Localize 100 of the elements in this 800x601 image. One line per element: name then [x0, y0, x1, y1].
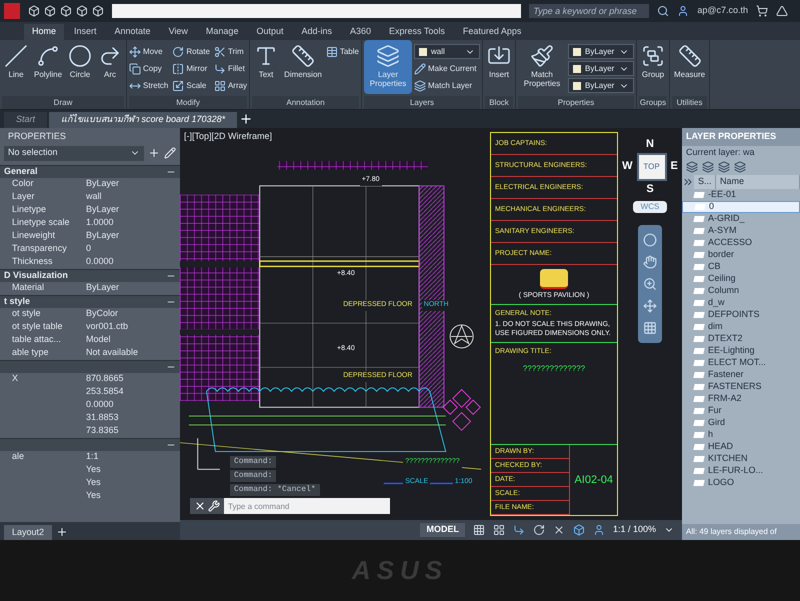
- quick-access-icon[interactable]: [76, 5, 88, 17]
- layer-row[interactable]: KITCHEN: [682, 453, 800, 465]
- ribbon-tool-button[interactable]: Scale: [172, 78, 210, 93]
- file-tab[interactable]: แก้ไขแบบสนามกีฬา score board 170328*: [49, 112, 238, 128]
- ribbon-tab[interactable]: Output: [248, 24, 292, 40]
- ribbon-tool-button[interactable]: Mirror: [172, 61, 210, 76]
- property-value[interactable]: wall: [82, 190, 102, 204]
- layer-row[interactable]: A-GRID_: [682, 213, 800, 225]
- property-value[interactable]: Model: [82, 333, 111, 347]
- ribbon-tab[interactable]: Express Tools: [381, 24, 453, 40]
- column-header[interactable]: S...: [694, 175, 716, 189]
- layer-row[interactable]: Gird: [682, 417, 800, 429]
- ribbon-dropdown[interactable]: ByLayer: [568, 61, 634, 76]
- panel-title[interactable]: Block: [484, 96, 513, 109]
- annotation-scale[interactable]: 1:1 / 100%: [612, 523, 656, 537]
- ribbon-tab[interactable]: A360: [342, 24, 380, 40]
- property-value[interactable]: 31.8853: [82, 411, 119, 425]
- layer-row[interactable]: A-SYM: [682, 225, 800, 237]
- property-value[interactable]: vor001.ctb: [82, 320, 128, 334]
- layer-row[interactable]: ELECT MOT...: [682, 357, 800, 369]
- command-input[interactable]: Type a command: [224, 498, 390, 514]
- viewcube-face[interactable]: TOP: [636, 152, 667, 180]
- layer-row[interactable]: EE-Lighting: [682, 345, 800, 357]
- ribbon-tool-button[interactable]: Copy: [129, 61, 168, 76]
- property-value[interactable]: 0.0000: [82, 398, 114, 412]
- warning-icon[interactable]: [776, 5, 788, 17]
- layer-row[interactable]: d_w: [682, 297, 800, 309]
- panel-title[interactable]: Layers: [364, 96, 480, 109]
- property-value[interactable]: 1:1: [82, 450, 99, 464]
- property-value[interactable]: Yes: [82, 476, 101, 490]
- quick-access-icon[interactable]: [60, 5, 72, 17]
- quick-access-icon[interactable]: [28, 5, 40, 17]
- property-value[interactable]: Yes: [82, 463, 101, 477]
- panel-title[interactable]: Annotation: [252, 96, 359, 109]
- ribbon-tool-button[interactable]: Make Current: [414, 61, 480, 76]
- column-header[interactable]: Name: [716, 175, 800, 189]
- ribbon-dropdown[interactable]: ByLayer: [568, 78, 634, 93]
- quick-access-icon[interactable]: [92, 5, 104, 17]
- grid-icon[interactable]: [472, 524, 485, 536]
- ribbon-tool-button[interactable]: Text: [252, 40, 280, 94]
- new-tab-icon[interactable]: [239, 112, 254, 126]
- layer-row[interactable]: Fastener: [682, 369, 800, 381]
- snap-icon[interactable]: [492, 524, 505, 536]
- ribbon-tool-button[interactable]: Group: [638, 40, 667, 94]
- ribbon-dropdown[interactable]: wall: [414, 44, 480, 59]
- ribbon-tab[interactable]: Featured Apps: [454, 24, 530, 40]
- ribbon-tab[interactable]: Home: [24, 24, 64, 40]
- property-value[interactable]: ByLayer: [82, 203, 120, 217]
- layer-row[interactable]: h: [682, 429, 800, 441]
- search-field[interactable]: Type a keyword or phrase: [529, 4, 650, 18]
- property-value[interactable]: 73.8365: [82, 424, 119, 438]
- section-header[interactable]: General: [0, 164, 180, 178]
- property-value[interactable]: Not available: [82, 346, 138, 360]
- ribbon-tool-button[interactable]: Line: [2, 40, 30, 94]
- section-header[interactable]: D Visualization: [0, 268, 180, 282]
- layer-row[interactable]: DEFPOINTS: [682, 309, 800, 321]
- ribbon-tool-button[interactable]: Match Layer: [414, 78, 480, 93]
- ribbon-tool-button[interactable]: Layer Properties: [364, 40, 412, 94]
- layer-row[interactable]: FRM-A2: [682, 393, 800, 405]
- ribbon-tool-button[interactable]: Measure: [672, 40, 708, 94]
- ribbon-tool-button[interactable]: Rotate: [172, 44, 210, 59]
- ribbon-tab[interactable]: Insert: [66, 24, 105, 40]
- viewport-controls[interactable]: [-][Top][2D Wireframe]: [184, 130, 272, 144]
- layer-row[interactable]: FASTENERS: [682, 381, 800, 393]
- property-value[interactable]: 253.5854: [82, 385, 124, 399]
- expand-icon[interactable]: [682, 176, 694, 188]
- panel-title[interactable]: Properties: [518, 96, 634, 109]
- search-icon[interactable]: [657, 5, 670, 17]
- ribbon-tool-button[interactable]: Dimension: [282, 40, 324, 94]
- layer-row[interactable]: LOGO: [682, 477, 800, 489]
- layer-row[interactable]: dim: [682, 321, 800, 333]
- layer-tool-icon[interactable]: [718, 161, 730, 173]
- cart-icon[interactable]: [756, 5, 768, 17]
- pan-icon[interactable]: [643, 255, 657, 269]
- layer-row[interactable]: DTEXT2: [682, 333, 800, 345]
- layer-row[interactable]: Column: [682, 285, 800, 297]
- ribbon-tool-button[interactable]: Move: [129, 44, 168, 59]
- ribbon-tool-button[interactable]: Arc: [96, 40, 124, 94]
- ribbon-tab[interactable]: Add-ins: [293, 24, 340, 40]
- ribbon-tab[interactable]: Manage: [198, 24, 246, 40]
- layer-row[interactable]: 0: [682, 201, 800, 213]
- ribbon-tool-button[interactable]: Array: [214, 78, 248, 93]
- ribbon-tool-button[interactable]: Insert: [484, 40, 513, 94]
- property-value[interactable]: 870.8665: [82, 372, 124, 386]
- panel-title[interactable]: Utilities: [672, 96, 708, 109]
- ribbon-tab[interactable]: View: [160, 24, 196, 40]
- ribbon-tab[interactable]: Annotate: [106, 24, 159, 40]
- layer-row[interactable]: ACCESSO: [682, 237, 800, 249]
- layer-tool-icon[interactable]: [702, 161, 714, 173]
- new-layout-icon[interactable]: [56, 526, 68, 538]
- property-value[interactable]: 1.0000: [82, 216, 114, 230]
- layer-tool-icon[interactable]: [734, 161, 746, 173]
- pick-icon[interactable]: [164, 147, 176, 159]
- quick-access-icon[interactable]: [44, 5, 56, 17]
- close-icon[interactable]: [194, 500, 206, 512]
- layer-row[interactable]: CB: [682, 261, 800, 273]
- layer-row[interactable]: LE-FUR-LO...: [682, 465, 800, 477]
- panel-title[interactable]: Modify: [129, 96, 248, 109]
- panel-title[interactable]: Groups: [638, 96, 667, 109]
- property-value[interactable]: Yes: [82, 489, 101, 503]
